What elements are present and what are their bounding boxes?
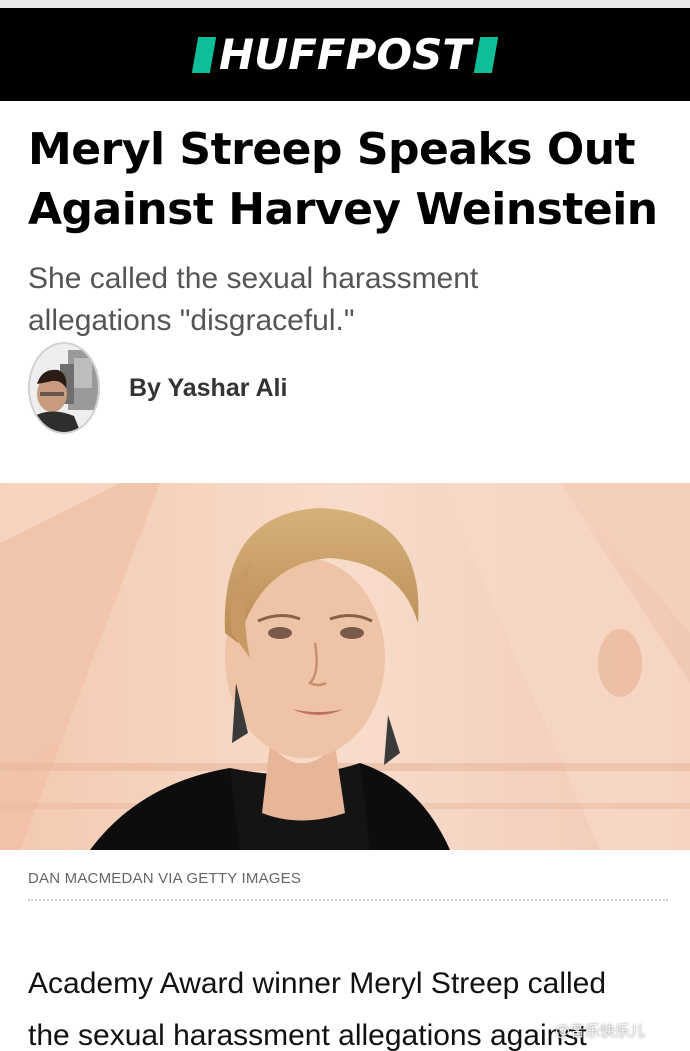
author-photo-icon xyxy=(30,344,98,432)
author-avatar[interactable] xyxy=(28,342,100,434)
masthead: HUFFPOST xyxy=(0,8,690,101)
author-name[interactable]: By Yashar Ali xyxy=(129,374,287,403)
body-line-1: Academy Award winner Meryl Streep called xyxy=(28,967,607,1000)
logo-text: HUFFPOST xyxy=(218,29,472,79)
image-credit: DAN MACMEDAN VIA GETTY IMAGES xyxy=(28,870,302,887)
byline: By Yashar Ali xyxy=(28,342,287,434)
status-strip xyxy=(0,0,690,8)
huffpost-logo[interactable]: HUFFPOST xyxy=(191,29,499,79)
logo-right-bar xyxy=(473,36,499,73)
article-subheadline: She called the sexual harassment allegat… xyxy=(28,262,479,337)
watermark: @音乐快乐儿 xyxy=(555,1022,646,1040)
logo-left-bar xyxy=(191,36,217,73)
meryl-streep-photo-icon xyxy=(0,483,690,850)
article-headline: Meryl Streep Speaks Out Against Harvey W… xyxy=(28,124,658,235)
article-page: HUFFPOST Meryl Streep Speaks Out Against… xyxy=(0,0,690,1051)
hero-image xyxy=(0,483,690,850)
divider xyxy=(28,899,668,901)
